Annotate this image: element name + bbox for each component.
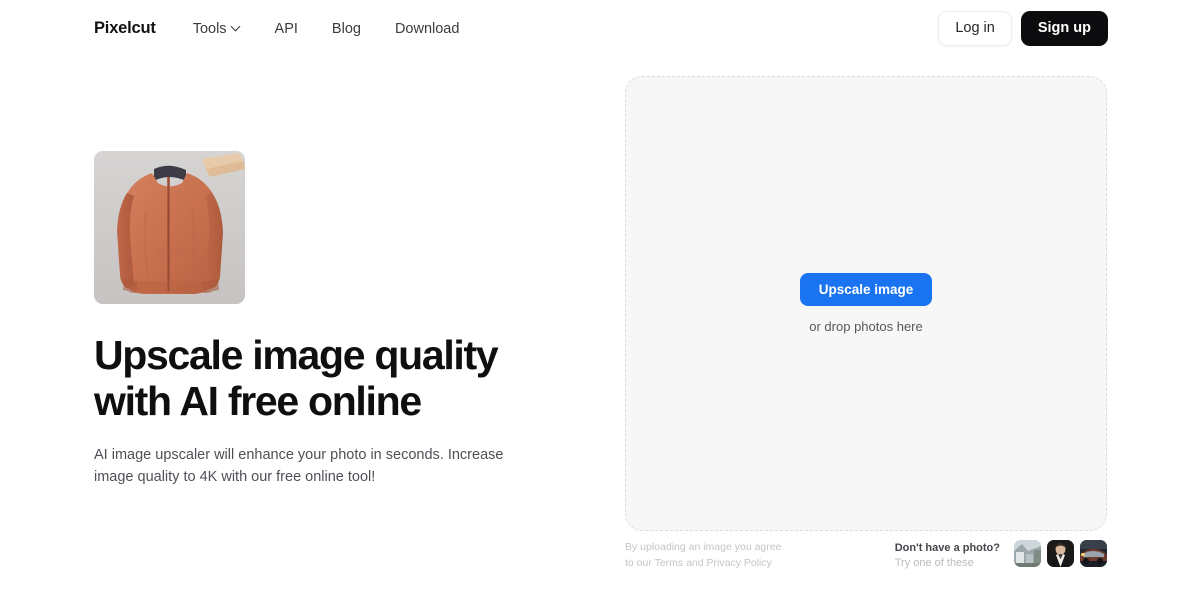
sample-thumbnail-list (1014, 540, 1107, 567)
nav-item-download-label: Download (394, 20, 460, 37)
terms-notice: By uploading an image you agree to our T… (625, 540, 781, 572)
sample-photos-section: Don't have a photo? Try one of these (895, 540, 1107, 571)
terms-line-2-mid: and (683, 556, 707, 569)
page-title: Upscale image quality with AI free onlin… (94, 332, 499, 425)
terms-link[interactable]: Terms (655, 557, 684, 569)
nav-item-download[interactable]: Download (395, 15, 460, 43)
upload-panel: Upscale image or drop photos here (625, 76, 1107, 531)
privacy-policy-link[interactable]: Privacy Policy (707, 557, 772, 569)
sample-photos-subtitle: Try one of these (894, 556, 974, 569)
nav-item-api[interactable]: API (275, 15, 298, 43)
dropzone[interactable]: Upscale image or drop photos here (625, 76, 1107, 531)
panel-footer: By uploading an image you agree to our T… (625, 540, 1107, 572)
terms-line-2-prefix: to our (625, 556, 655, 569)
chevron-down-icon (232, 23, 241, 32)
hero-product-image (94, 151, 245, 304)
nav-item-api-label: API (274, 20, 298, 37)
top-navbar: Pixelcut Tools API Blog Download Log in … (0, 0, 1200, 57)
upscale-image-button[interactable]: Upscale image (799, 272, 933, 307)
signup-button[interactable]: Sign up (1020, 11, 1108, 46)
sample-thumbnail-3[interactable] (1080, 540, 1107, 567)
brand-logo[interactable]: Pixelcut (94, 19, 156, 38)
page-root: Pixelcut Tools API Blog Download Log in … (0, 0, 1200, 600)
nav-item-blog-label: Blog (331, 20, 361, 37)
drop-hint-text: or drop photos here (809, 319, 923, 335)
nav-item-blog[interactable]: Blog (332, 15, 361, 43)
primary-nav: Tools API Blog Download (193, 15, 460, 43)
login-button[interactable]: Log in (938, 11, 1012, 46)
sample-photos-text: Don't have a photo? Try one of these (895, 540, 1000, 571)
hero-section: Upscale image quality with AI free onlin… (94, 151, 564, 488)
nav-item-tools[interactable]: Tools (193, 15, 241, 43)
terms-line-1: By uploading an image you agree (625, 541, 782, 553)
nav-item-tools-label: Tools (192, 20, 227, 37)
sample-thumbnail-2[interactable] (1047, 540, 1074, 567)
hero-subtitle: AI image upscaler will enhance your phot… (94, 446, 504, 485)
nav-actions: Log in Sign up (938, 11, 1108, 46)
sample-thumbnail-1[interactable] (1014, 540, 1041, 567)
sample-photos-title: Don't have a photo? (894, 542, 1000, 554)
